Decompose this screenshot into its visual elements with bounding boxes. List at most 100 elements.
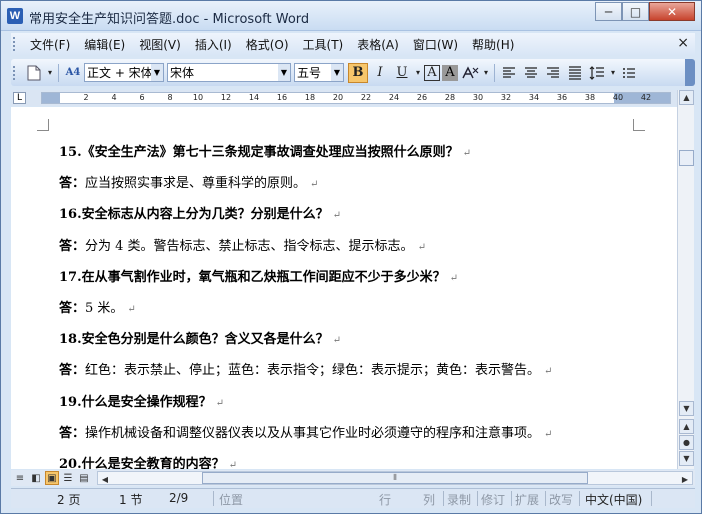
menu-view[interactable]: 视图(V) — [132, 36, 188, 53]
menu-file[interactable]: 文件(F) — [23, 36, 77, 53]
paragraph-mark-icon: ↵ — [332, 210, 342, 222]
bold-button[interactable]: B — [348, 62, 368, 83]
justify-icon[interactable] — [565, 63, 585, 83]
maximize-button[interactable]: □ — [622, 2, 649, 21]
question-line: 15.《安全生产法》第七十三条规定事故调查处理应当按照什么原则？ ↵ — [59, 141, 471, 160]
window-controls: ─ □ ✕ — [595, 2, 695, 21]
answer-line: 答：红色：表示禁止、停止；蓝色：表示指令；绿色：表示提示；黄色：表示警告。 ↵ — [59, 359, 552, 378]
toolbar-overflow-button[interactable] — [685, 59, 695, 86]
status-extend-selection[interactable]: 扩展 — [515, 491, 539, 508]
print-layout-view-icon[interactable]: ▣ — [45, 471, 59, 485]
answer-label: 答： — [59, 363, 86, 379]
numbering-icon[interactable] — [619, 63, 639, 83]
window-title: 常用安全生产知识问答题.doc - Microsoft Word — [29, 12, 310, 27]
horizontal-scroll-thumb[interactable]: ⦀ — [202, 472, 588, 484]
reading-layout-view-icon[interactable]: ▤ — [77, 471, 91, 485]
word-window: W 常用安全生产知识问答题.doc - Microsoft Word ─ □ ✕… — [0, 0, 702, 514]
phonetic-options-icon[interactable]: ▾ — [482, 63, 490, 83]
chevron-down-icon[interactable]: ▼ — [331, 64, 343, 81]
paragraph-mark-icon: ↵ — [449, 272, 459, 284]
close-button[interactable]: ✕ — [649, 2, 695, 21]
ruler-bar: L 2 4 6 8 10 12 14 16 18 20 22 24 26 28 30 32 34 36 38 40 42 — [11, 90, 677, 106]
menu-grip-handle[interactable] — [13, 37, 17, 51]
font-size-combo[interactable]: 五号 ▼ — [294, 63, 344, 82]
outline-view-icon[interactable]: ☰ — [61, 471, 75, 485]
menu-tools[interactable]: 工具(T) — [296, 36, 351, 53]
close-document-button[interactable]: × — [677, 35, 689, 51]
question-text: 18.安全色分别是什么颜色？含义又各是什么？ — [59, 332, 329, 348]
italic-button[interactable]: I — [370, 63, 390, 83]
tab-selector-button[interactable]: L — [13, 92, 26, 104]
answer-label: 答： — [59, 425, 86, 441]
question-text: 19.什么是安全操作规程？ — [59, 394, 212, 410]
font-combo[interactable]: 宋体 ▼ — [167, 63, 291, 82]
status-record-macro[interactable]: 录制 — [447, 491, 471, 508]
font-size-value: 五号 — [297, 66, 322, 80]
scroll-up-icon[interactable]: ▲ — [679, 90, 694, 105]
answer-line: 答：5 米。 ↵ — [59, 297, 136, 316]
ruler-tick-label: 26 — [416, 93, 428, 102]
status-track-changes[interactable]: 修订 — [481, 491, 505, 508]
menu-insert[interactable]: 插入(I) — [188, 36, 239, 53]
character-border-button[interactable]: A — [424, 64, 440, 81]
minimize-button[interactable]: ─ — [595, 2, 622, 21]
answer-text: 操作机械设备和调整仪器仪表以及从事其它作业时必须遵守的程序和注意事项。 — [85, 425, 541, 441]
vertical-scroll-thumb[interactable] — [679, 150, 694, 166]
menu-window[interactable]: 窗口(W) — [406, 36, 465, 53]
answer-text: 红色：表示禁止、停止；蓝色：表示指令；绿色：表示提示；黄色：表示警告。 — [85, 363, 541, 379]
next-page-icon[interactable]: ▼ — [679, 451, 694, 466]
status-overtype[interactable]: 改写 — [549, 491, 573, 508]
status-separator — [545, 491, 546, 506]
font-combo-value: 宋体 — [170, 66, 195, 80]
line-spacing-icon[interactable] — [587, 63, 607, 83]
page-corner-mark — [633, 119, 645, 131]
line-spacing-options-icon[interactable]: ▾ — [609, 63, 617, 83]
select-browse-object-icon[interactable]: ● — [679, 435, 694, 450]
new-document-icon[interactable] — [24, 63, 44, 83]
previous-page-icon[interactable]: ▲ — [679, 419, 694, 434]
align-center-icon[interactable] — [521, 63, 541, 83]
document-page[interactable]: 15.《安全生产法》第七十三条规定事故调查处理应当按照什么原则？ ↵ 答：应当按照实… — [11, 107, 677, 469]
status-separator — [511, 491, 512, 506]
menu-help[interactable]: 帮助(H) — [465, 36, 521, 53]
align-left-icon[interactable] — [499, 63, 519, 83]
scroll-left-icon[interactable]: ◀ — [98, 472, 112, 486]
scroll-down-icon[interactable]: ▼ — [679, 401, 694, 416]
ruler-left-margin — [42, 93, 60, 103]
underline-options-icon[interactable]: ▾ — [414, 63, 422, 83]
web-layout-view-icon[interactable]: ◧ — [29, 471, 43, 485]
status-language[interactable]: 中文(中国) — [585, 491, 642, 508]
toolbar-separator — [494, 63, 495, 82]
status-line: 行 — [379, 493, 392, 507]
horizontal-ruler[interactable]: 2 4 6 8 10 12 14 16 18 20 22 24 26 28 30 32 34 36 38 40 42 — [41, 92, 671, 104]
vertical-scrollbar[interactable]: ▲ ▼ ▲ ● ▼ — [677, 90, 694, 469]
status-page-count: 2/9 — [169, 491, 189, 505]
underline-button[interactable]: U — [392, 63, 412, 83]
answer-line: 答：分为 4 类。警告标志、禁止标志、指令标志、提示标志。 ↵ — [59, 235, 426, 254]
status-position: 位置 — [219, 493, 244, 507]
menu-format[interactable]: 格式(O) — [239, 36, 296, 53]
menu-table[interactable]: 表格(A) — [350, 36, 406, 53]
paragraph-mark-icon: ↵ — [127, 304, 136, 315]
styles-formatting-icon[interactable]: A4 — [63, 63, 83, 83]
horizontal-scrollbar[interactable]: ◀ ⦀ ▶ — [97, 471, 693, 485]
answer-line: 答：应当按照实事求是、尊重科学的原则。 ↵ — [59, 172, 318, 191]
character-shading-button[interactable]: A — [442, 64, 458, 81]
title-bar: W 常用安全生产知识问答题.doc - Microsoft Word ─ □ ✕ — [1, 1, 701, 31]
paragraph-mark-icon: ↵ — [215, 397, 225, 409]
chevron-down-icon[interactable]: ▼ — [278, 64, 290, 81]
normal-view-icon[interactable]: ≡ — [13, 471, 27, 485]
style-combo[interactable]: 正文 + 宋体 ▼ — [84, 63, 164, 82]
word-app-icon[interactable]: W — [7, 8, 23, 24]
status-separator — [443, 491, 444, 506]
toolbar-options-chevron-icon[interactable]: ▾ — [46, 63, 54, 83]
scroll-right-icon[interactable]: ▶ — [678, 472, 692, 486]
paragraph-mark-icon: ↵ — [544, 428, 553, 440]
phonetic-guide-icon[interactable] — [460, 63, 480, 83]
toolbar-grip-handle[interactable] — [13, 65, 17, 80]
chevron-down-icon[interactable]: ▼ — [151, 64, 163, 81]
menu-edit[interactable]: 编辑(E) — [77, 36, 132, 53]
question-text: 15.《安全生产法》第七十三条规定事故调查处理应当按照什么原则？ — [59, 145, 459, 160]
align-right-icon[interactable] — [543, 63, 563, 83]
ruler-tick-label: 20 — [332, 93, 344, 102]
